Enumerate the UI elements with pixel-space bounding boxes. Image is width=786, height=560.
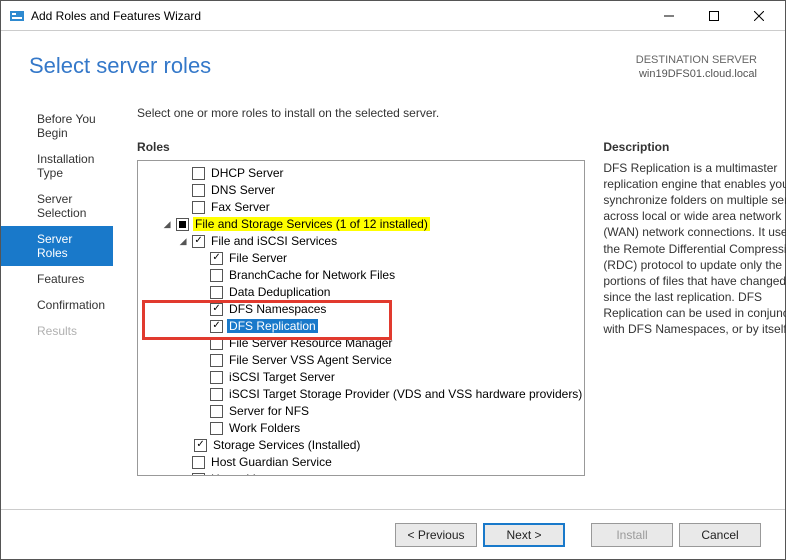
checkbox-checked[interactable] (210, 320, 223, 333)
destination-value: win19DFS01.cloud.local (636, 67, 757, 81)
checkbox-checked[interactable] (192, 235, 205, 248)
description-label: Description (603, 140, 786, 154)
role-fax-server[interactable]: Fax Server (170, 199, 584, 216)
next-button[interactable]: Next > (483, 523, 565, 547)
nav-installation-type[interactable]: Installation Type (1, 146, 113, 186)
role-server-nfs[interactable]: Server for NFS (202, 403, 584, 420)
role-file-iscsi-services[interactable]: ◢File and iSCSI Services (170, 233, 584, 250)
role-work-folders[interactable]: Work Folders (202, 420, 584, 437)
role-storage-services[interactable]: Storage Services (Installed) (186, 437, 584, 454)
roles-label: Roles (137, 140, 585, 154)
nav-server-selection[interactable]: Server Selection (1, 186, 113, 226)
role-branchcache[interactable]: BranchCache for Network Files (202, 267, 584, 284)
app-icon (9, 8, 25, 24)
roles-pane: Select one or more roles to install on t… (137, 106, 585, 492)
description-text: DFS Replication is a multimaster replica… (603, 160, 786, 338)
checkbox[interactable] (210, 286, 223, 299)
checkbox-checked[interactable] (210, 252, 223, 265)
collapse-icon[interactable]: ◢ (178, 236, 188, 246)
header: Select server roles DESTINATION SERVER w… (1, 31, 785, 96)
checkbox[interactable] (210, 422, 223, 435)
checkbox[interactable] (192, 456, 205, 469)
role-dfs-replication[interactable]: DFS Replication (202, 318, 584, 335)
cancel-button[interactable]: Cancel (679, 523, 761, 547)
checkbox-checked[interactable] (210, 303, 223, 316)
install-button: Install (591, 523, 673, 547)
destination-label: DESTINATION SERVER (636, 53, 757, 67)
close-icon (754, 11, 764, 21)
role-dhcp-server[interactable]: DHCP Server (170, 165, 584, 182)
sidebar: Before You Begin Installation Type Serve… (1, 96, 113, 492)
roles-listbox[interactable]: DHCP Server DNS Server Fax Server ◢File … (137, 160, 585, 476)
checkbox[interactable] (210, 371, 223, 384)
checkbox[interactable] (192, 473, 205, 476)
collapse-icon[interactable]: ◢ (162, 219, 172, 229)
destination-server: DESTINATION SERVER win19DFS01.cloud.loca… (636, 53, 757, 82)
instruction-text: Select one or more roles to install on t… (137, 106, 585, 120)
checkbox-checked[interactable] (194, 439, 207, 452)
description-pane: Description DFS Replication is a multima… (603, 106, 786, 492)
maximize-icon (709, 11, 719, 21)
role-fsrm[interactable]: File Server Resource Manager (202, 335, 584, 352)
maximize-button[interactable] (691, 1, 736, 31)
previous-button[interactable]: < Previous (395, 523, 477, 547)
nav-server-roles[interactable]: Server Roles (1, 226, 113, 266)
checkbox[interactable] (192, 201, 205, 214)
checkbox[interactable] (210, 337, 223, 350)
role-iscsi-target-storage[interactable]: iSCSI Target Storage Provider (VDS and V… (202, 386, 584, 403)
checkbox[interactable] (210, 269, 223, 282)
role-iscsi-target-server[interactable]: iSCSI Target Server (202, 369, 584, 386)
role-file-server[interactable]: File Server (202, 250, 584, 267)
minimize-button[interactable] (646, 1, 691, 31)
footer: < Previous Next > Install Cancel (1, 509, 785, 559)
page-title: Select server roles (29, 53, 211, 79)
titlebar: Add Roles and Features Wizard (1, 1, 785, 31)
checkbox-indeterminate[interactable] (176, 218, 189, 231)
window-title: Add Roles and Features Wizard (31, 9, 201, 23)
role-hyperv[interactable]: Hyper-V (170, 471, 584, 476)
nav-before-you-begin[interactable]: Before You Begin (1, 106, 113, 146)
checkbox[interactable] (192, 167, 205, 180)
body: Before You Begin Installation Type Serve… (1, 96, 785, 492)
role-host-guardian[interactable]: Host Guardian Service (170, 454, 584, 471)
role-dns-server[interactable]: DNS Server (170, 182, 584, 199)
nav-confirmation[interactable]: Confirmation (1, 292, 113, 318)
role-data-dedup[interactable]: Data Deduplication (202, 284, 584, 301)
role-fs-vss-agent[interactable]: File Server VSS Agent Service (202, 352, 584, 369)
close-button[interactable] (736, 1, 781, 31)
role-file-storage-services[interactable]: ◢File and Storage Services (1 of 12 inst… (154, 216, 584, 233)
role-dfs-namespaces[interactable]: DFS Namespaces (202, 301, 584, 318)
checkbox[interactable] (210, 354, 223, 367)
checkbox[interactable] (192, 184, 205, 197)
checkbox[interactable] (210, 405, 223, 418)
minimize-icon (664, 11, 674, 21)
nav-results: Results (1, 318, 113, 344)
checkbox[interactable] (210, 388, 223, 401)
nav-features[interactable]: Features (1, 266, 113, 292)
main: Select one or more roles to install on t… (113, 96, 786, 492)
